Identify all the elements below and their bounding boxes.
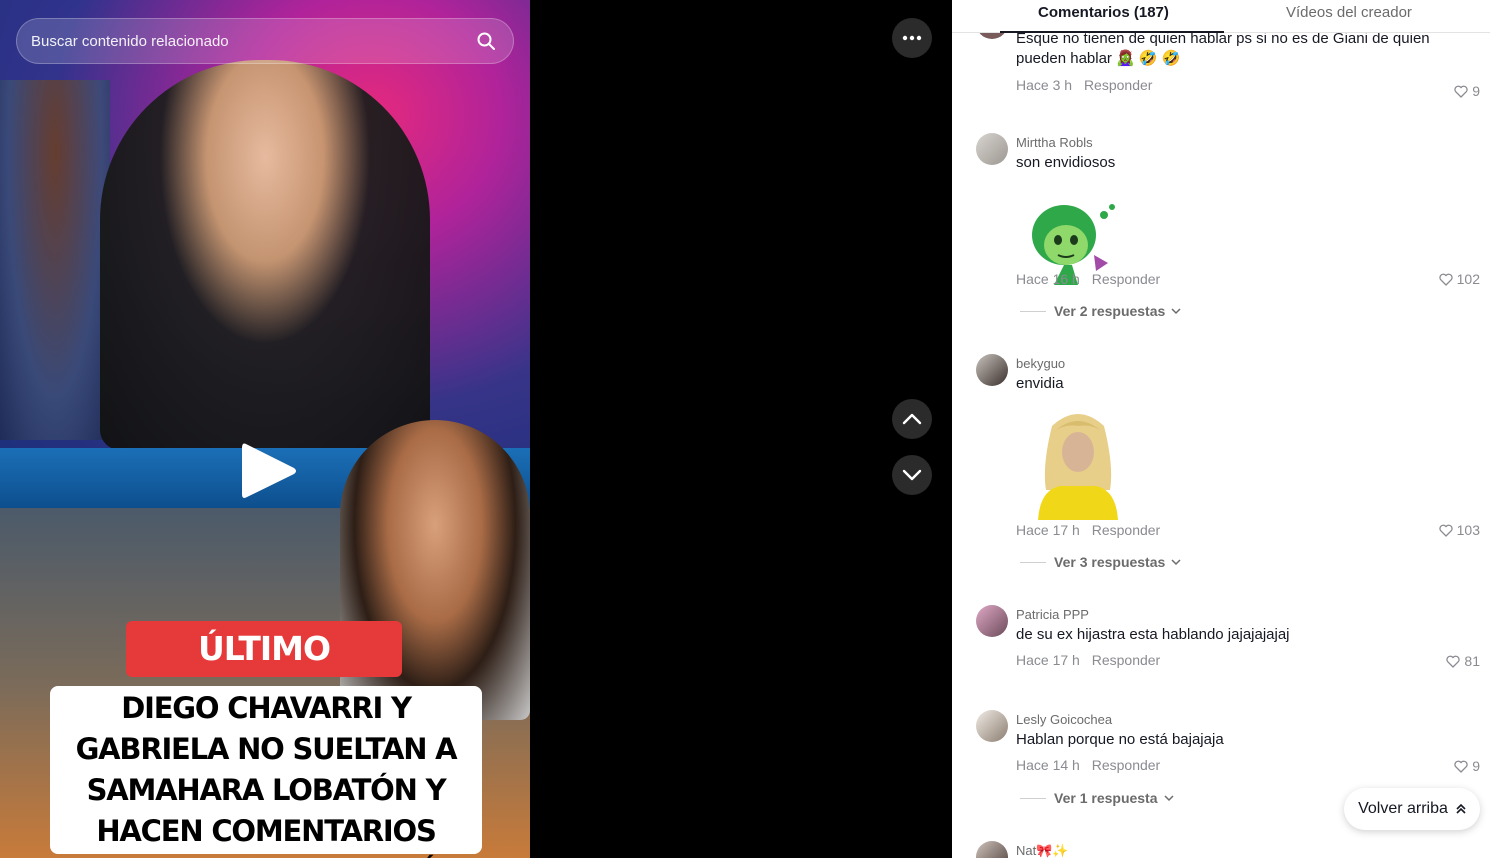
replies-divider: [1020, 310, 1046, 312]
related-search-input[interactable]: [31, 19, 471, 63]
active-tab-indicator: [1000, 31, 1224, 33]
back-to-top-button[interactable]: Volver arriba: [1344, 788, 1480, 830]
comment-username[interactable]: Lesly Goicochea: [1016, 710, 1482, 730]
like-button[interactable]: 9: [1454, 758, 1480, 774]
like-button[interactable]: 102: [1438, 271, 1480, 287]
heart-icon: [1454, 760, 1468, 773]
comment-text: Hablan porque no está bajajaja: [1016, 731, 1224, 748]
avatar[interactable]: [976, 133, 1008, 165]
chevron-down-icon: [1163, 795, 1174, 802]
video-area: ÚLTIMO MINUTO! DIEGO CHAVARRI Y GABRIELA…: [0, 0, 952, 858]
comment-text: Esque no tienen de quien hablar ps si no…: [1016, 30, 1430, 67]
comment-text: son envidiosos: [1016, 154, 1116, 171]
replies-divider: [1020, 797, 1046, 799]
chevron-down-icon: [902, 469, 922, 481]
comment-time: Hace 16 h: [1016, 271, 1080, 287]
like-button[interactable]: 103: [1438, 522, 1480, 538]
like-count: 9: [1472, 758, 1480, 774]
tab-comments[interactable]: Comentarios (187): [1038, 4, 1169, 21]
comment-meta: Hace 17 h Responder: [1016, 520, 1482, 540]
related-search-bar[interactable]: [16, 18, 514, 64]
like-count: 9: [1472, 83, 1480, 99]
comment-meta: Hace 17 h Responder: [1016, 650, 1482, 670]
avatar[interactable]: [976, 710, 1008, 742]
video-player[interactable]: ÚLTIMO MINUTO! DIEGO CHAVARRI Y GABRIELA…: [0, 0, 530, 858]
comment-meta: Hace 3 h Responder: [1016, 75, 1482, 95]
replies-divider: [1020, 561, 1046, 563]
next-video-button[interactable]: [892, 455, 932, 495]
like-count: 102: [1456, 271, 1480, 287]
video-scene-host: [100, 60, 430, 450]
avatar[interactable]: [976, 841, 1008, 858]
like-button[interactable]: 81: [1446, 653, 1480, 669]
chevron-up-icon: [902, 413, 922, 425]
blonde-wig-sticker: [1038, 414, 1118, 520]
comment-meta: Hace 14 h Responder: [1016, 755, 1482, 775]
like-count: 81: [1464, 653, 1480, 669]
reply-button[interactable]: Responder: [1084, 77, 1153, 93]
avatar[interactable]: [976, 605, 1008, 637]
previous-video-button[interactable]: [892, 399, 932, 439]
heart-icon: [1438, 524, 1453, 537]
back-to-top-label: Volver arriba: [1358, 800, 1448, 817]
more-options-button[interactable]: [892, 18, 932, 58]
view-replies-button[interactable]: Ver 3 respuestas: [1020, 554, 1181, 570]
video-scene-crowd: [0, 80, 110, 440]
breaking-news-badge: ÚLTIMO MINUTO!: [126, 621, 402, 724]
heart-icon: [1454, 85, 1468, 98]
chevron-down-icon: [1171, 308, 1181, 315]
view-replies-button[interactable]: Ver 1 respuesta: [1020, 790, 1174, 806]
comments-panel: Comentarios (187) Vídeos del creador Esq…: [952, 0, 1490, 858]
heart-icon: [1446, 655, 1461, 668]
video-headline: DIEGO CHAVARRI Y GABRIELA NO SUELTAN A S…: [50, 686, 482, 858]
comment-time: Hace 17 h: [1016, 652, 1080, 668]
reply-button[interactable]: Responder: [1092, 271, 1161, 287]
chevron-down-icon: [1171, 559, 1181, 566]
panel-tabs: Comentarios (187) Vídeos del creador: [952, 0, 1490, 33]
like-button[interactable]: 9: [1454, 83, 1480, 99]
comment-username[interactable]: Nat🎀✨: [1016, 841, 1482, 858]
comment-time: Hace 14 h: [1016, 757, 1080, 773]
comment-time: Hace 3 h: [1016, 77, 1073, 93]
more-icon: [902, 35, 922, 41]
avatar[interactable]: [976, 354, 1008, 386]
tab-creator-videos[interactable]: Vídeos del creador: [1286, 4, 1412, 21]
view-replies-button[interactable]: Ver 2 respuestas: [1020, 303, 1181, 319]
comment-meta: Hace 16 h Responder: [1016, 269, 1482, 289]
comment-username[interactable]: Mirttha Robls: [1016, 133, 1482, 153]
view-replies-label: Ver 1 respuesta: [1054, 790, 1158, 806]
view-replies-label: Ver 3 respuestas: [1054, 554, 1166, 570]
comment-text: de su ex hijastra esta hablando jajajaja…: [1016, 626, 1290, 643]
reply-button[interactable]: Responder: [1092, 522, 1161, 538]
comment-time: Hace 17 h: [1016, 522, 1080, 538]
heart-icon: [1438, 273, 1453, 286]
double-chevron-up-icon: [1456, 803, 1466, 814]
comment-username[interactable]: bekyguo: [1016, 354, 1482, 374]
play-icon[interactable]: [240, 440, 298, 502]
like-count: 103: [1456, 522, 1480, 538]
reply-button[interactable]: Responder: [1092, 652, 1161, 668]
search-icon[interactable]: [477, 32, 495, 50]
comment-username[interactable]: Patricia PPP: [1016, 605, 1482, 625]
comment-text: envidia: [1016, 375, 1064, 392]
reply-button[interactable]: Responder: [1092, 757, 1161, 773]
view-replies-label: Ver 2 respuestas: [1054, 303, 1166, 319]
app-root: ÚLTIMO MINUTO! DIEGO CHAVARRI Y GABRIELA…: [0, 0, 1490, 858]
